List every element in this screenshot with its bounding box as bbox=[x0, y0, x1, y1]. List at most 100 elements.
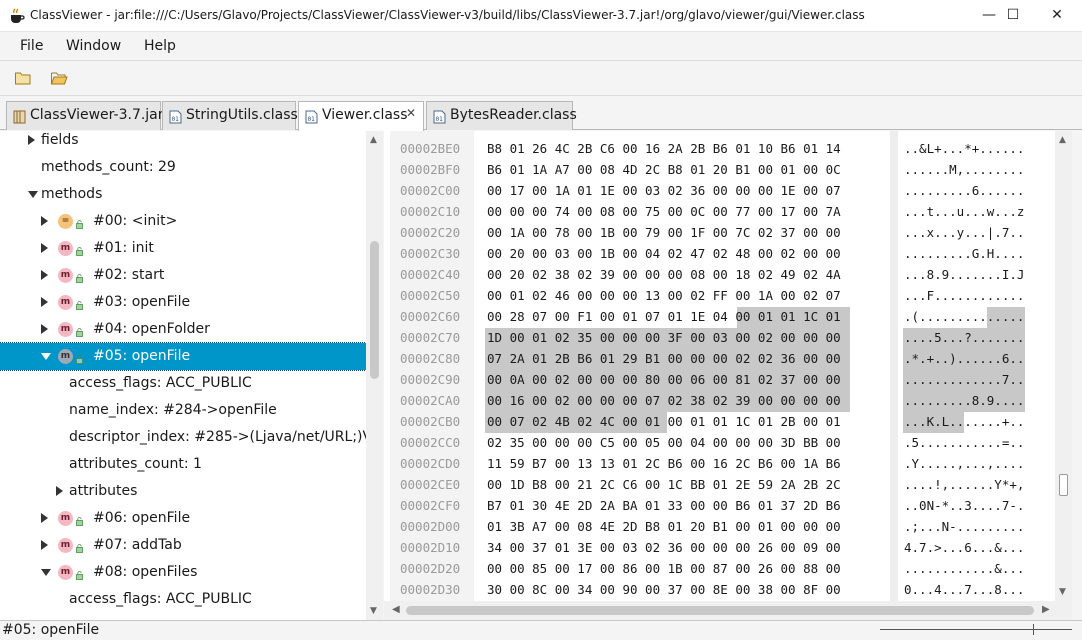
hex-bytes[interactable]: 07 2A 01 2B B6 01 29 B1 00 00 00 02 02 3… bbox=[487, 351, 841, 366]
tree-node[interactable]: fields bbox=[0, 131, 366, 154]
collapsed-arrow-icon[interactable] bbox=[56, 486, 63, 496]
maximize-button[interactable]: ☐ bbox=[990, 0, 1036, 32]
collapsed-arrow-icon[interactable] bbox=[41, 540, 48, 550]
tree-node[interactable]: access_flags: ACC_PUBLIC bbox=[0, 586, 366, 613]
hex-ascii[interactable]: 4.7.>...6...&... bbox=[904, 540, 1024, 555]
hex-ascii[interactable]: ......M,........ bbox=[904, 162, 1024, 177]
tree-node[interactable]: methods bbox=[0, 181, 366, 208]
hex-row[interactable]: 00002CF0 B7 01 30 4E 2D 2A BA 01 33 00 00… bbox=[384, 496, 1055, 517]
hex-ascii[interactable]: ..&L+...*+...... bbox=[904, 141, 1024, 156]
hex-bytes[interactable]: 00 1D B8 00 21 2C C6 00 1C BB 01 2E 59 2… bbox=[487, 477, 841, 492]
menu-help[interactable]: Help bbox=[144, 38, 176, 54]
scroll-up-icon[interactable]: ▲ bbox=[1059, 135, 1066, 145]
hex-row[interactable]: 00002C80 07 2A 01 2B B6 01 29 B1 00 00 00… bbox=[384, 349, 1055, 370]
hex-row[interactable]: 00002BF0 B6 01 1A A7 00 08 4D 2C B8 01 20… bbox=[384, 160, 1055, 181]
hex-ascii[interactable]: ............&... bbox=[904, 561, 1024, 576]
hex-ascii[interactable]: .........8.9.... bbox=[904, 393, 1024, 408]
close-tab-icon[interactable]: ✕ bbox=[406, 106, 416, 120]
hex-bytes[interactable]: 00 00 85 00 17 00 86 00 1B 00 87 00 26 0… bbox=[487, 561, 841, 576]
hex-ascii[interactable]: ....5...?....... bbox=[904, 330, 1024, 345]
hex-bytes[interactable]: 00 20 00 03 00 1B 00 04 02 47 02 48 00 0… bbox=[487, 246, 841, 261]
tab-viewer[interactable]: 01 Viewer.class ✕ bbox=[298, 101, 424, 131]
hex-row[interactable]: 00002BE0 B8 01 26 4C 2B C6 00 16 2A 2B B6… bbox=[384, 139, 1055, 160]
hex-row[interactable]: 00002CE0 00 1D B8 00 21 2C C6 00 1C BB 01… bbox=[384, 475, 1055, 496]
close-button[interactable]: ✕ bbox=[1034, 0, 1080, 32]
hex-bytes[interactable]: B7 01 30 4E 2D 2A BA 01 33 00 00 B6 01 3… bbox=[487, 498, 841, 513]
collapsed-arrow-icon[interactable] bbox=[41, 270, 48, 280]
tree-node[interactable]: m #03: openFile bbox=[0, 289, 366, 316]
hex-bytes[interactable]: 00 00 00 74 00 08 00 75 00 0C 00 77 00 1… bbox=[487, 204, 841, 219]
tree-scrollbar[interactable]: ▲ ▼ bbox=[366, 131, 383, 620]
hex-ascii[interactable]: .........6...... bbox=[904, 183, 1024, 198]
hex-bytes[interactable]: B6 01 1A A7 00 08 4D 2C B8 01 20 B1 00 0… bbox=[487, 162, 841, 177]
scroll-down-icon[interactable]: ▼ bbox=[1059, 587, 1066, 597]
scroll-down-icon[interactable]: ▼ bbox=[370, 606, 377, 616]
scroll-thumb[interactable] bbox=[370, 241, 379, 379]
tree-node[interactable]: methods_count: 29 bbox=[0, 154, 366, 181]
collapsed-arrow-icon[interactable] bbox=[41, 324, 48, 334]
hex-row[interactable]: 00002D00 01 3B A7 00 08 4E 2D B8 01 20 B1… bbox=[384, 517, 1055, 538]
hex-row[interactable]: 00002CA0 00 16 00 02 00 00 00 07 02 38 02… bbox=[384, 391, 1055, 412]
hex-ascii[interactable]: ...K.L.......+.. bbox=[904, 414, 1024, 429]
collapsed-arrow-icon[interactable] bbox=[28, 135, 35, 145]
tree-node[interactable]: access_flags: ACC_PUBLIC bbox=[0, 370, 366, 397]
hex-row[interactable]: 00002D20 00 00 85 00 17 00 86 00 1B 00 87… bbox=[384, 559, 1055, 580]
hex-ascii[interactable]: ...F............ bbox=[904, 288, 1024, 303]
tab-bytesreader[interactable]: 01 BytesReader.class bbox=[426, 101, 577, 130]
hex-ascii[interactable]: .*.+..)......6.. bbox=[904, 351, 1024, 366]
collapsed-arrow-icon[interactable] bbox=[41, 216, 48, 226]
hex-ascii[interactable]: ...x...y...|.7.. bbox=[904, 225, 1024, 240]
hex-row[interactable]: 00002CD0 11 59 B7 00 13 13 01 2C B6 00 16… bbox=[384, 454, 1055, 475]
hex-bytes[interactable]: 00 20 02 38 02 39 00 00 00 08 00 18 02 4… bbox=[487, 267, 841, 282]
hex-ascii[interactable]: .(.............. bbox=[904, 309, 1024, 324]
hex-bytes[interactable]: 00 07 02 4B 02 4C 00 01 00 01 01 1C 01 2… bbox=[487, 414, 841, 429]
folder-icon[interactable] bbox=[14, 70, 32, 86]
menu-file[interactable]: File bbox=[20, 38, 43, 54]
scroll-right-icon[interactable]: ▶ bbox=[1042, 604, 1050, 615]
hex-row[interactable]: 00002C50 00 01 02 46 00 00 00 13 00 02 FF… bbox=[384, 286, 1055, 307]
hex-bytes[interactable]: 00 17 00 1A 01 1E 00 03 02 36 00 00 00 1… bbox=[487, 183, 841, 198]
hex-row[interactable]: 00002C70 1D 00 01 02 35 00 00 00 3F 00 03… bbox=[384, 328, 1055, 349]
hex-bytes[interactable]: 00 16 00 02 00 00 00 07 02 38 02 39 00 0… bbox=[487, 393, 841, 408]
hex-ascii[interactable]: ....!,......Y*+, bbox=[904, 477, 1024, 492]
hex-ascii[interactable]: .........G.H.... bbox=[904, 246, 1024, 261]
hex-row[interactable]: 00002C30 00 20 00 03 00 1B 00 04 02 47 02… bbox=[384, 244, 1055, 265]
tree-node[interactable]: attributes bbox=[0, 478, 366, 505]
hex-row[interactable]: 00002CB0 00 07 02 4B 02 4C 00 01 00 01 01… bbox=[384, 412, 1055, 433]
tree-node[interactable]: = #00: <init> bbox=[0, 208, 366, 235]
tree-node[interactable]: attributes_count: 1 bbox=[0, 451, 366, 478]
collapsed-arrow-icon[interactable] bbox=[41, 243, 48, 253]
tree-node[interactable]: name_index: #284->openFile bbox=[0, 397, 366, 424]
expanded-arrow-icon[interactable] bbox=[41, 353, 51, 360]
hex-bytes[interactable]: 00 28 07 00 F1 00 01 07 01 1E 04 00 01 0… bbox=[487, 309, 841, 324]
hex-ascii[interactable]: .Y.....,...,.... bbox=[904, 456, 1024, 471]
hex-horizontal-scrollbar[interactable]: ◀ ▶ bbox=[384, 601, 1072, 620]
expanded-arrow-icon[interactable] bbox=[28, 191, 38, 198]
hex-row[interactable]: 00002D10 34 00 37 01 3E 00 03 02 36 00 00… bbox=[384, 538, 1055, 559]
hex-bytes[interactable]: 00 01 02 46 00 00 00 13 00 02 FF 00 1A 0… bbox=[487, 288, 841, 303]
hex-row[interactable]: 00002C00 00 17 00 1A 01 1E 00 03 02 36 00… bbox=[384, 181, 1055, 202]
tree-node[interactable]: m #06: openFile bbox=[0, 505, 366, 532]
hex-row[interactable]: 00002C20 00 1A 00 78 00 1B 00 79 00 1F 00… bbox=[384, 223, 1055, 244]
hex-bytes[interactable]: 02 35 00 00 00 C5 00 05 00 04 00 00 00 3… bbox=[487, 435, 841, 450]
hex-row[interactable]: 00002C10 00 00 00 74 00 08 00 75 00 0C 00… bbox=[384, 202, 1055, 223]
hex-bytes[interactable]: 00 1A 00 78 00 1B 00 79 00 1F 00 7C 02 3… bbox=[487, 225, 841, 240]
expanded-arrow-icon[interactable] bbox=[41, 569, 51, 576]
hex-row[interactable]: 00002C40 00 20 02 38 02 39 00 00 00 08 00… bbox=[384, 265, 1055, 286]
tab-stringutils[interactable]: 01 StringUtils.class bbox=[162, 101, 298, 130]
hex-ascii[interactable]: .;...N-......... bbox=[904, 519, 1024, 534]
hex-ascii[interactable]: .5...........=.. bbox=[904, 435, 1024, 450]
hex-bytes[interactable]: 30 00 8C 00 34 00 90 00 37 00 8E 00 38 0… bbox=[487, 582, 841, 597]
tree-node[interactable]: m #04: openFolder bbox=[0, 316, 366, 343]
hex-bytes[interactable]: 01 3B A7 00 08 4E 2D B8 01 20 B1 00 01 0… bbox=[487, 519, 841, 534]
hex-row[interactable]: 00002C60 00 28 07 00 F1 00 01 07 01 1E 04… bbox=[384, 307, 1055, 328]
tree-node[interactable]: m #05: openFile bbox=[0, 342, 367, 371]
hex-bytes[interactable]: 11 59 B7 00 13 13 01 2C B6 00 16 2C B6 0… bbox=[487, 456, 841, 471]
tree-node[interactable]: m #08: openFiles bbox=[0, 559, 366, 586]
hex-ascii[interactable]: 0...4...7...8... bbox=[904, 582, 1024, 597]
hex-vertical-scrollbar[interactable]: ▲ ▼ bbox=[1055, 131, 1072, 601]
tree-node[interactable]: m #07: addTab bbox=[0, 532, 366, 559]
hex-bytes[interactable]: B8 01 26 4C 2B C6 00 16 2A 2B B6 01 10 B… bbox=[487, 141, 841, 156]
tree-node[interactable]: m #02: start bbox=[0, 262, 366, 289]
hex-bytes[interactable]: 00 0A 00 02 00 00 00 80 00 06 00 81 02 3… bbox=[487, 372, 841, 387]
